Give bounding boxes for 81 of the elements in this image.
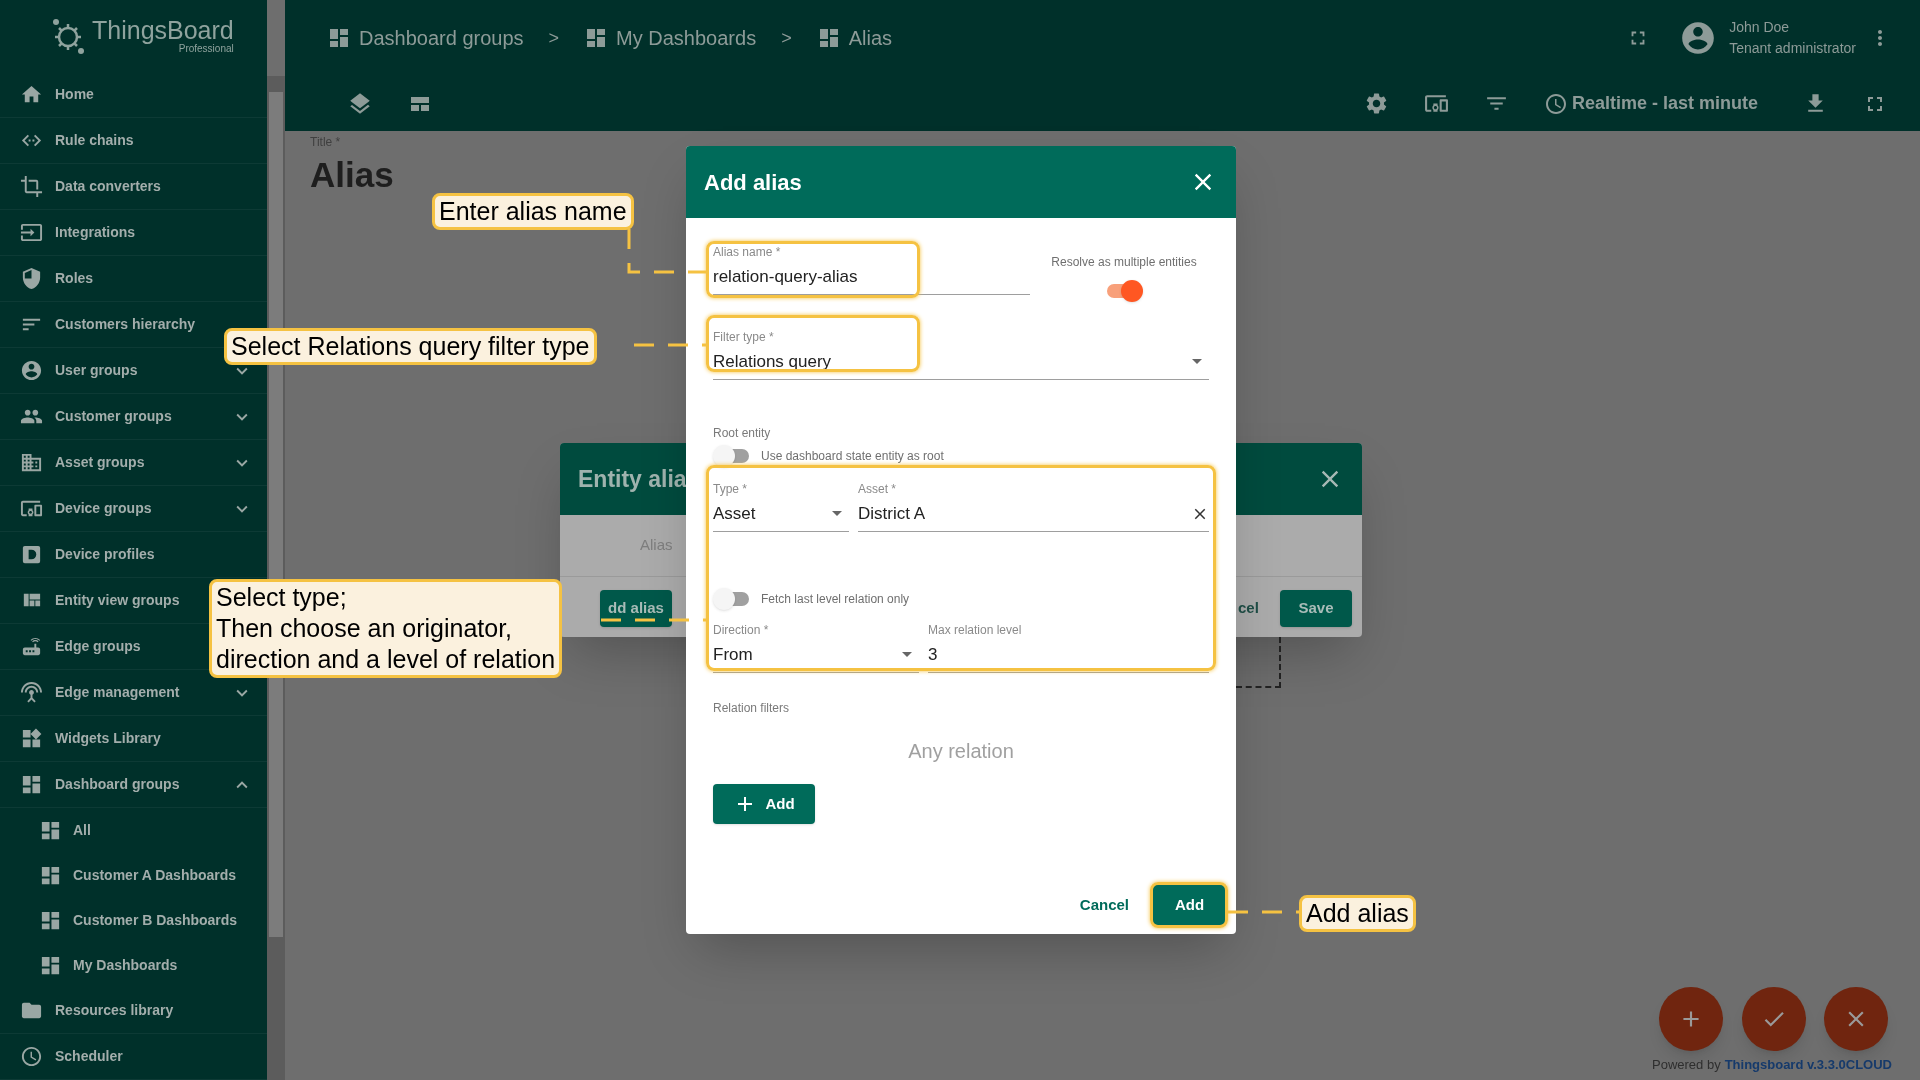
sidebar-item[interactable]: Home xyxy=(0,72,267,118)
toggle-switch[interactable] xyxy=(1105,280,1143,302)
user-name: John Doe xyxy=(1729,19,1791,37)
leader-line xyxy=(634,343,706,347)
sidebar-item[interactable]: Customer groups xyxy=(0,394,267,440)
toggle-label: Resolve as multiple entities xyxy=(1051,254,1197,271)
input-icon xyxy=(20,221,43,244)
select-field[interactable]: Asset xyxy=(713,496,849,532)
annotation-tooltip: Select type; Then choose an originator, direction and a level of relation xyxy=(209,579,563,678)
breadcrumb-link[interactable]: Dashboard groups xyxy=(327,23,524,53)
user-role: Tenant administrator xyxy=(1729,39,1856,57)
sidebar-item[interactable]: All xyxy=(0,808,267,853)
building-icon xyxy=(20,451,43,474)
annotation-tooltip: Enter alias name xyxy=(432,193,634,230)
autocomplete-field[interactable]: District A xyxy=(858,496,1209,532)
sidebar-item[interactable]: Resources library xyxy=(0,988,267,1034)
sidebar-item[interactable]: Integrations xyxy=(0,210,267,256)
router-icon xyxy=(20,635,43,658)
select-field[interactable]: From xyxy=(713,637,919,673)
field-label: Max relation level xyxy=(928,623,1023,637)
clock-icon xyxy=(20,1045,43,1068)
field-label: Alias name * xyxy=(713,245,782,259)
dashboard-title: Alias xyxy=(310,155,394,195)
sidebar-item[interactable]: Device profiles xyxy=(0,532,267,578)
dialog-button[interactable]: dd alias xyxy=(600,590,672,627)
clock-icon xyxy=(1543,91,1568,116)
shield-icon xyxy=(20,267,43,290)
text-field[interactable]: relation-query-alias xyxy=(713,259,1030,295)
dialog-title: Entity alia xyxy=(578,464,687,494)
dialog-button[interactable]: Save xyxy=(1280,590,1352,627)
annotation-tooltip: Add alias xyxy=(1299,895,1416,932)
annotation-tooltip: Select Relations query filter type xyxy=(224,328,597,365)
toggle-switch[interactable] xyxy=(713,445,751,467)
account-icon xyxy=(20,359,43,382)
logo-text: ThingsBoard xyxy=(92,18,234,43)
sidebar-item[interactable]: Asset groups xyxy=(0,440,267,486)
sidebar-item[interactable]: Widgets Library xyxy=(0,716,267,762)
add-filter-button[interactable]: Add xyxy=(713,784,815,824)
timewindow-button[interactable]: Realtime - last minute xyxy=(1543,90,1758,117)
powered-by-text: Powered by xyxy=(1652,1055,1721,1074)
sidebar-item[interactable]: Customer A Dashboards xyxy=(0,853,267,898)
breadcrumb-separator: > xyxy=(781,26,792,50)
sidebar-item[interactable]: Roles xyxy=(0,256,267,302)
sidebar-item[interactable]: Device groups xyxy=(0,486,267,532)
breadcrumb-link[interactable]: Alias xyxy=(816,23,892,53)
crop-icon xyxy=(20,175,43,198)
toggle-label: Fetch last level relation only xyxy=(761,591,910,608)
dialog-title: Add alias xyxy=(704,168,802,197)
widgets-icon xyxy=(20,727,43,750)
breadcrumb-link[interactable]: My Dashboards xyxy=(584,23,757,53)
dashboard-icon xyxy=(20,773,43,796)
sidebar-item[interactable]: My Dashboards xyxy=(0,943,267,988)
empty-message: Any relation xyxy=(908,739,1014,763)
dialog-button[interactable]: cel xyxy=(1238,590,1268,627)
toggle-label: Use dashboard state entity as root xyxy=(761,448,944,465)
dropdown-icon xyxy=(902,652,912,657)
tile-icon xyxy=(20,543,43,566)
dashboard-icon xyxy=(39,909,62,932)
dashboard-icon xyxy=(39,864,62,887)
number-field[interactable]: 3 xyxy=(928,637,1209,673)
field-label: Type * xyxy=(713,482,749,496)
antenna-icon xyxy=(20,681,43,704)
dashboard-icon xyxy=(327,26,351,50)
sidebar-item[interactable]: Customer B Dashboards xyxy=(0,898,267,943)
field-label: Asset * xyxy=(858,482,897,496)
dropdown-icon xyxy=(832,511,842,516)
dashboard-icon xyxy=(39,954,62,977)
select-field[interactable]: Relations query xyxy=(713,344,1209,380)
dropdown-icon xyxy=(1192,359,1202,364)
leader-line xyxy=(1228,910,1299,914)
dialog-button[interactable]: Cancel xyxy=(1067,884,1141,926)
dialog-button[interactable]: Add xyxy=(1153,884,1226,926)
breadcrumb-separator: > xyxy=(548,26,560,50)
toggle-switch[interactable] xyxy=(713,588,751,610)
edition-label: Professional xyxy=(178,44,234,54)
dashboard-icon xyxy=(39,819,62,842)
section-label: Relation filters xyxy=(713,701,791,715)
field-label: Direction * xyxy=(713,623,770,637)
sidebar-item[interactable]: Dashboard groups xyxy=(0,762,267,808)
section-label: Root entity xyxy=(713,426,772,440)
field-label: Filter type * xyxy=(713,330,775,344)
